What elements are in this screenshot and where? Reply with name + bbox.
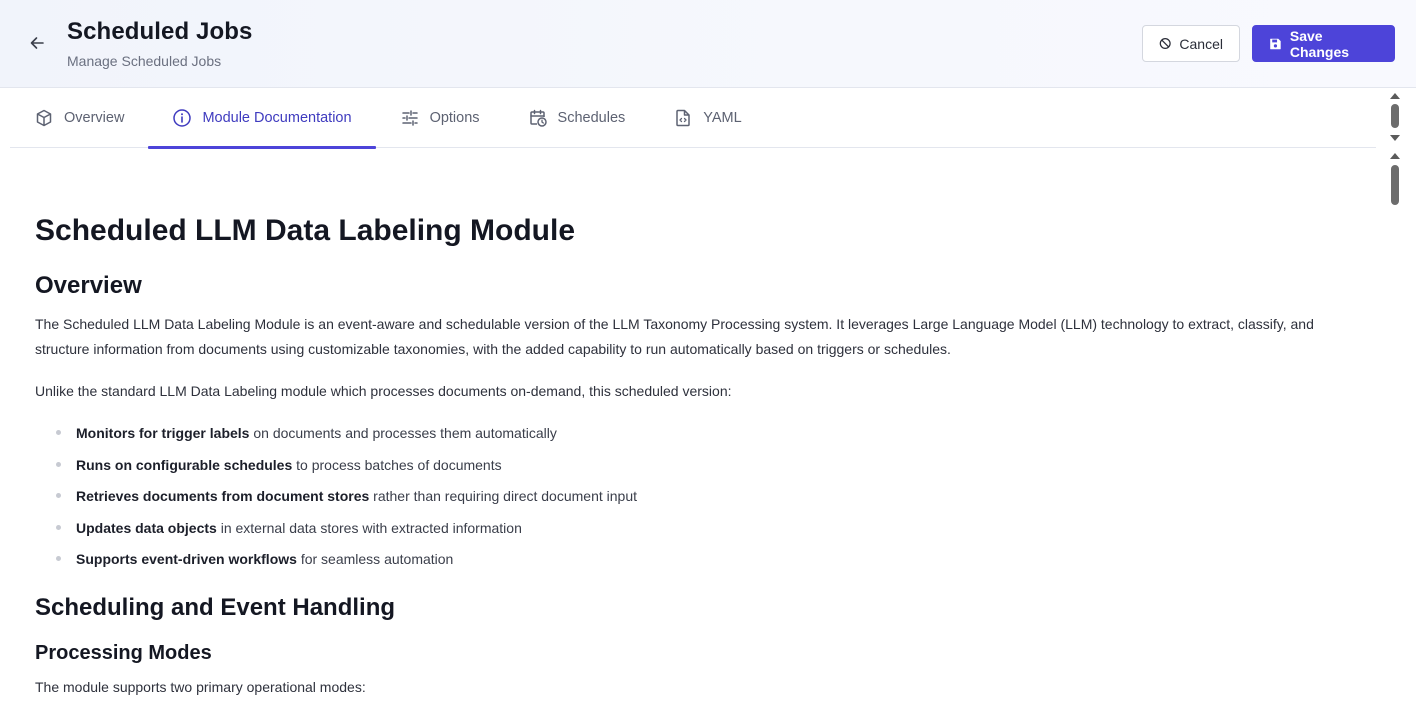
ban-icon: [1159, 37, 1171, 50]
tab-overview-label: Overview: [64, 110, 125, 126]
arrow-left-icon: [30, 37, 44, 49]
tab-schedules[interactable]: Schedules: [504, 88, 650, 148]
scroll-up-arrow[interactable]: [1390, 153, 1400, 159]
doc-title: Scheduled LLM Data Labeling Module: [35, 214, 576, 247]
processing-modes-paragraph: The module supports two primary operatio…: [35, 679, 366, 695]
scroll-thumb[interactable]: [1391, 165, 1399, 205]
scroll-up-arrow[interactable]: [1390, 93, 1400, 99]
list-item: Retrieves documents from document stores…: [35, 483, 637, 515]
tab-yaml[interactable]: YAML: [649, 88, 765, 148]
tab-schedules-label: Schedules: [557, 110, 626, 126]
save-changes-label: Save Changes: [1289, 27, 1350, 60]
tab-options[interactable]: Options: [376, 88, 504, 148]
processing-modes-heading: Processing Modes: [35, 642, 212, 664]
documentation-content: Scheduled LLM Data Labeling Module Overv…: [35, 150, 1375, 722]
tab-module-documentation[interactable]: Module Documentation: [148, 88, 376, 149]
list-item: Runs on configurable schedules to proces…: [35, 452, 637, 484]
overview-heading: Overview: [35, 272, 142, 299]
overview-paragraph-2: Unlike the standard LLM Data Labeling mo…: [35, 383, 732, 399]
sliders-icon: [401, 110, 418, 126]
cancel-button[interactable]: Cancel: [1142, 25, 1240, 62]
tab-module-documentation-label: Module Documentation: [202, 110, 352, 126]
tab-overview[interactable]: Overview: [10, 88, 148, 148]
content-scrollbar[interactable]: [1386, 150, 1404, 722]
page-title: Scheduled Jobs: [67, 18, 253, 45]
scheduling-heading: Scheduling and Event Handling: [35, 594, 396, 621]
tab-bar: Overview Module Documentation Options Sc…: [10, 88, 1376, 149]
floppy-disk-icon: [1270, 38, 1281, 49]
page-subtitle: Manage Scheduled Jobs: [67, 53, 222, 69]
tab-options-label: Options: [429, 110, 480, 126]
code-file-icon: [676, 109, 691, 127]
back-button[interactable]: [24, 30, 50, 56]
tab-yaml-label: YAML: [703, 110, 742, 126]
cube-icon: [36, 109, 52, 127]
list-item: Supports event-driven workflows for seam…: [35, 546, 637, 578]
list-item: Monitors for trigger labels on documents…: [35, 420, 637, 452]
feature-list: Monitors for trigger labels on documents…: [35, 420, 637, 578]
cancel-button-label: Cancel: [1179, 35, 1223, 52]
info-circle-icon: [173, 109, 192, 127]
scroll-thumb[interactable]: [1391, 104, 1399, 128]
scroll-down-arrow[interactable]: [1390, 135, 1400, 141]
overview-paragraph: The Scheduled LLM Data Labeling Module i…: [35, 316, 1314, 357]
page-header: Scheduled Jobs Manage Scheduled Jobs Can…: [0, 0, 1416, 88]
list-item: Updates data objects in external data st…: [35, 515, 637, 547]
tabbar-scrollbar[interactable]: [1386, 90, 1404, 146]
calendar-clock-icon: [529, 109, 547, 127]
save-changes-button[interactable]: Save Changes: [1252, 25, 1395, 62]
